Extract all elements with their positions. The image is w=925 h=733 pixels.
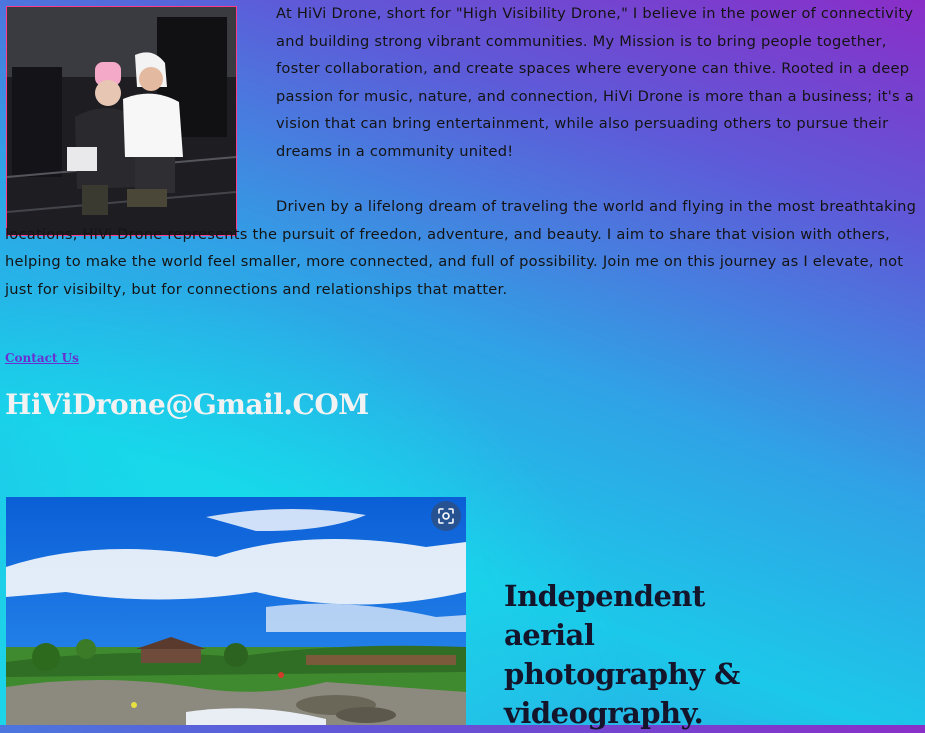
aerial-landscape-illustration: [6, 497, 466, 725]
about-section: At HiVi Drone, short for "High Visibilit…: [5, 0, 923, 304]
service-tagline: Independent aerial photography & videogr…: [504, 579, 740, 730]
aerial-landscape-photo: [6, 497, 466, 725]
google-lens-icon: [438, 508, 454, 524]
about-paragraph-vision: Driven by a lifelong dream of traveling …: [5, 198, 917, 298]
contact-us-link[interactable]: Contact Us: [5, 351, 79, 365]
contact-email: HiViDrone@Gmail.COM: [5, 388, 369, 421]
visual-search-button[interactable]: [431, 501, 461, 531]
about-paragraph-mission: At HiVi Drone, short for "High Visibilit…: [276, 5, 914, 160]
